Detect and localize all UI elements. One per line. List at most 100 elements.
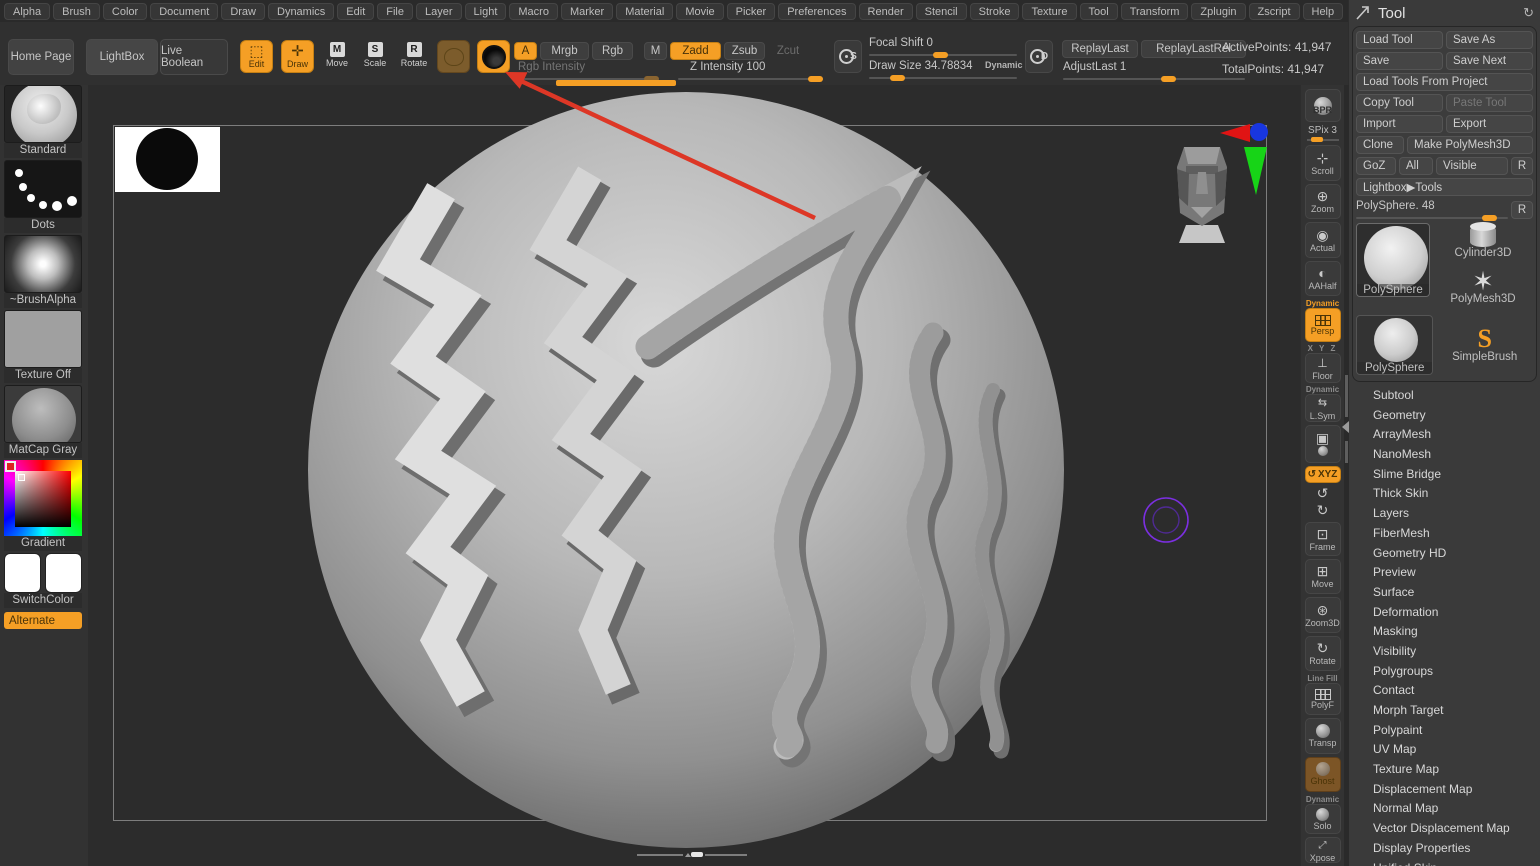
adjust-last-handle[interactable]	[1161, 76, 1176, 82]
color-picker[interactable]: Gradient	[4, 460, 84, 551]
canvas-h-scrollbar[interactable]	[637, 851, 747, 859]
z-intensity-handle[interactable]	[808, 76, 823, 82]
menu-item[interactable]: Dynamics	[268, 3, 334, 20]
stroke-thumbnail[interactable]	[4, 160, 82, 218]
menu-item[interactable]: Edit	[337, 3, 374, 20]
tool-section-item[interactable]: Texture Map	[1349, 760, 1540, 780]
menu-item[interactable]: Zplugin	[1191, 3, 1245, 20]
tool-section-item[interactable]: Unified Skin	[1349, 859, 1540, 866]
active-tool-slider[interactable]: PolySphere. 48	[1356, 199, 1508, 219]
tool-thumb-polysphere-2[interactable]: PolySphere	[1356, 315, 1433, 375]
tool-section-item[interactable]: Displacement Map	[1349, 780, 1540, 800]
tool-thumb-polymesh3d[interactable]: ✶ PolyMesh3D	[1433, 269, 1533, 313]
lightbox-button[interactable]: LightBox	[86, 39, 158, 75]
tool-section-item[interactable]: Surface	[1349, 583, 1540, 603]
home-page-button[interactable]: Home Page	[8, 39, 74, 75]
persp-button[interactable]: Persp	[1305, 308, 1341, 342]
menu-item[interactable]: Light	[465, 3, 507, 20]
menu-item[interactable]: Texture	[1022, 3, 1076, 20]
menu-item[interactable]: Marker	[561, 3, 613, 20]
menu-item[interactable]: Layer	[416, 3, 462, 20]
local-symmetry-button[interactable]: ⇆ L.Sym	[1305, 394, 1341, 422]
tool-section-item[interactable]: Masking	[1349, 622, 1540, 642]
draw-size-handle[interactable]	[890, 75, 905, 81]
import-button[interactable]: Import	[1356, 115, 1443, 133]
draw-button[interactable]: ✛ Draw	[281, 40, 314, 73]
tool-section-item[interactable]: Vector Displacement Map	[1349, 819, 1540, 839]
goz-button[interactable]: GoZ	[1356, 157, 1396, 175]
tool-section-item[interactable]: Subtool	[1349, 386, 1540, 406]
a-toggle-button[interactable]: A	[514, 42, 537, 60]
scroll-handle[interactable]	[691, 852, 703, 857]
mrgb-button[interactable]: Mrgb	[540, 42, 589, 60]
tool-section-item[interactable]: Normal Map	[1349, 799, 1540, 819]
secondary-color-swatch[interactable]	[45, 553, 82, 593]
scale-button[interactable]: S Scale	[360, 42, 390, 68]
lightbox-tools-button[interactable]: Lightbox▶Tools	[1356, 178, 1533, 196]
current-material[interactable]: MatCap Gray	[4, 385, 84, 458]
collapse-arrow-icon[interactable]	[1342, 421, 1349, 433]
floor-axis-badge[interactable]: X Y Z	[1305, 344, 1341, 353]
spix-handle[interactable]	[1311, 137, 1323, 142]
menu-item[interactable]: Picker	[727, 3, 776, 20]
all-button[interactable]: All	[1399, 157, 1433, 175]
menu-item[interactable]: Tool	[1080, 3, 1118, 20]
polyframe-button[interactable]: PolyF	[1305, 683, 1341, 715]
tool-section-item[interactable]: UV Map	[1349, 740, 1540, 760]
load-tools-from-project-button[interactable]: Load Tools From Project	[1356, 73, 1533, 91]
tool-section-item[interactable]: Preview	[1349, 563, 1540, 583]
camera-head-gizmo[interactable]	[1177, 147, 1227, 243]
copy-tool-button[interactable]: Copy Tool	[1356, 94, 1443, 112]
current-texture[interactable]: Texture Off	[4, 310, 84, 383]
material-thumbnail[interactable]	[4, 385, 82, 443]
circle-brush-toggle[interactable]	[437, 40, 470, 73]
menu-item[interactable]: Transform	[1121, 3, 1189, 20]
current-alpha[interactable]: ~BrushAlpha	[4, 235, 84, 308]
m-button[interactable]: M	[644, 42, 667, 60]
scroll-button[interactable]: ⊹ Scroll	[1305, 145, 1341, 180]
edit-button[interactable]: ⬚ Edit	[240, 40, 273, 73]
tool-section-item[interactable]: NanoMesh	[1349, 445, 1540, 465]
focal-shift-slider[interactable]: Focal Shift 0	[869, 37, 1017, 56]
tool-section-item[interactable]: Deformation	[1349, 603, 1540, 623]
save-button[interactable]: Save	[1356, 52, 1443, 70]
menu-item[interactable]: Movie	[676, 3, 723, 20]
solo-button[interactable]: Solo	[1305, 804, 1341, 834]
tool-section-item[interactable]: Geometry HD	[1349, 544, 1540, 564]
rotate-3d-button[interactable]: ↻ Rotate	[1305, 636, 1341, 671]
zoom3d-button[interactable]: ⊛ Zoom3D	[1305, 597, 1341, 632]
frame-button[interactable]: ⊡ Frame	[1305, 522, 1341, 555]
gradient-label[interactable]: Gradient	[4, 536, 82, 551]
transparency-button[interactable]: Transp	[1305, 718, 1341, 753]
tool-section-item[interactable]: FiberMesh	[1349, 524, 1540, 544]
sv-cursor[interactable]	[18, 474, 25, 481]
tool-section-item[interactable]: Polygroups	[1349, 662, 1540, 682]
tool-section-item[interactable]: Visibility	[1349, 642, 1540, 662]
move-3d-button[interactable]: ⊞ Move	[1305, 559, 1341, 594]
document-canvas[interactable]	[88, 85, 1300, 866]
tool-section-item[interactable]: Contact	[1349, 681, 1540, 701]
menu-item[interactable]: Brush	[53, 3, 100, 20]
tool-r-button[interactable]: R	[1511, 201, 1533, 219]
draw-size-dynamic-label[interactable]: Dynamic	[985, 60, 1023, 70]
current-stroke[interactable]: Dots	[4, 160, 84, 233]
alpha-thumbnail[interactable]	[4, 235, 82, 293]
axis-indicator[interactable]	[1220, 123, 1268, 195]
tool-section-item[interactable]: ArrayMesh	[1349, 425, 1540, 445]
panel-refresh-icon[interactable]: ↻	[1523, 5, 1534, 21]
tool-section-item[interactable]: Slime Bridge	[1349, 465, 1540, 485]
active-tool-handle[interactable]	[1482, 215, 1497, 221]
menu-item[interactable]: Stencil	[916, 3, 967, 20]
tool-section-item[interactable]: Morph Target	[1349, 701, 1540, 721]
camera-lock-button[interactable]: ▣	[1305, 425, 1341, 462]
alternate-button[interactable]: Alternate	[4, 612, 82, 629]
tool-section-item[interactable]: Display Properties	[1349, 839, 1540, 859]
spix-slider[interactable]: SPix 3	[1307, 125, 1339, 141]
menu-item[interactable]: Draw	[221, 3, 265, 20]
rgb-intensity-slider[interactable]: Rgb Intensity	[518, 61, 658, 80]
menu-item[interactable]: Color	[103, 3, 147, 20]
rotate-button[interactable]: R Rotate	[399, 42, 429, 68]
z-intensity-slider[interactable]: Z Intensity 100	[678, 61, 823, 80]
export-button[interactable]: Export	[1446, 115, 1533, 133]
replay-last-button[interactable]: ReplayLast	[1062, 40, 1138, 58]
